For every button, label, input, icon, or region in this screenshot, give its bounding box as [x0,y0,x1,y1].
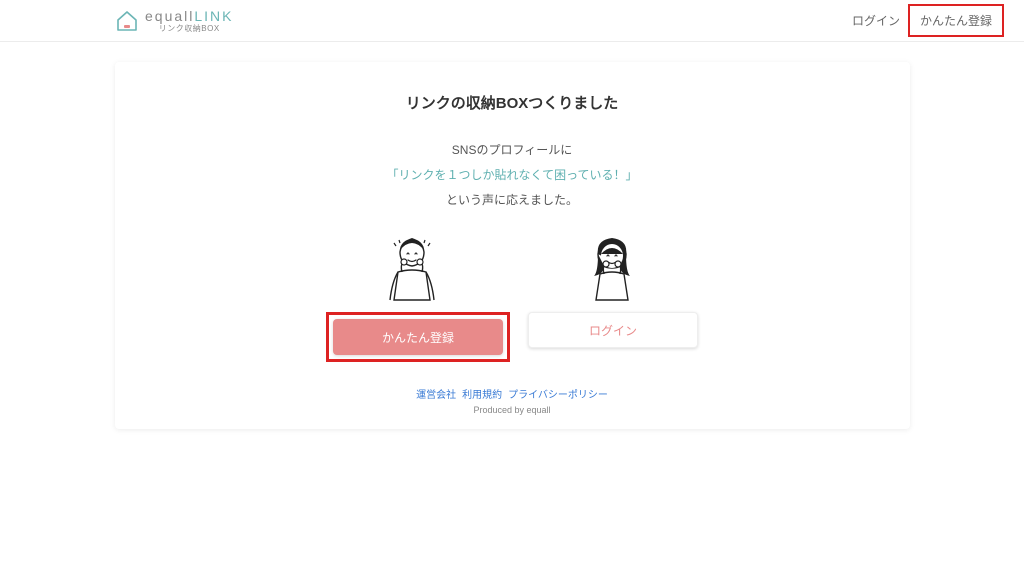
annotation-highlight-register: かんたん登録 [326,312,510,362]
header-nav: ログイン かんたん登録 [846,4,1004,37]
house-icon [115,10,139,32]
header-login-link[interactable]: ログイン [846,8,906,33]
intro-line-2: 「リンクを１つしか貼れなくて困っている！」 [135,166,890,183]
main-card: リンクの収納BOXつくりました SNSのプロフィールに 「リンクを１つしか貼れな… [115,62,910,429]
footer-company-link[interactable]: 運営会社 [416,386,456,401]
person-female-icon [572,232,652,302]
logo-prefix: equall [145,8,194,24]
logo-text: equallLINK リンク収納BOX [145,9,234,33]
header-register-link[interactable]: かんたん登録 [914,10,998,32]
logo[interactable]: equallLINK リンク収納BOX [115,9,234,33]
header: equallLINK リンク収納BOX ログイン かんたん登録 [0,0,1024,42]
footer-links: 運営会社 利用規約 プライバシーポリシー [135,386,890,401]
intro-line-3: という声に応えました。 [135,191,890,208]
register-button[interactable]: かんたん登録 [333,319,503,355]
login-button[interactable]: ログイン [528,312,698,348]
footer-terms-link[interactable]: 利用規約 [462,386,502,401]
footer-privacy-link[interactable]: プライバシーポリシー [508,386,608,401]
annotation-highlight-header: かんたん登録 [908,4,1004,37]
illustrations [135,232,890,302]
logo-subtitle: リンク収納BOX [145,25,234,33]
cta-row: かんたん登録 ログイン [135,312,890,362]
person-male-icon [372,232,452,302]
page-title: リンクの収納BOXつくりました [135,92,890,113]
intro-line-1: SNSのプロフィールに [135,141,890,158]
produced-by: Produced by equall [135,405,890,415]
logo-suffix: LINK [194,8,233,24]
